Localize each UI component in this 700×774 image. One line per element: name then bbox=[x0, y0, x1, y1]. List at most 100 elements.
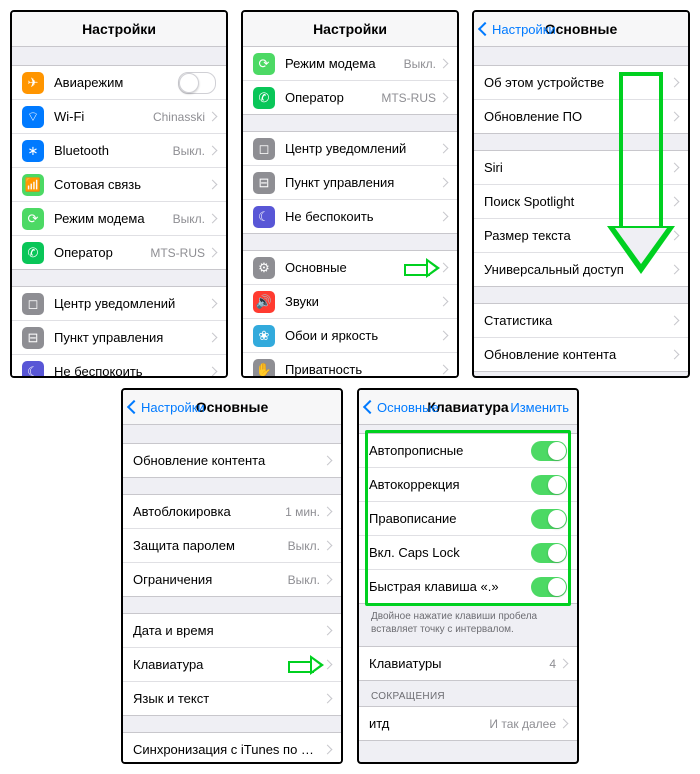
dnd-icon: ☾ bbox=[22, 361, 44, 379]
settings-row[interactable]: Размер текста bbox=[474, 219, 688, 253]
annotation-arrow-right bbox=[288, 658, 324, 672]
row-label: Синхронизация с iTunes по Wi-Fi bbox=[133, 742, 324, 757]
toggle-switch[interactable] bbox=[531, 509, 567, 529]
toggle-switch[interactable] bbox=[531, 475, 567, 495]
settings-row[interactable]: 🔊Звуки bbox=[243, 285, 457, 319]
stats-group: Статистика Обновление контента bbox=[474, 303, 688, 372]
settings-row[interactable]: Синхронизация с iTunes по Wi-Fi bbox=[123, 733, 341, 764]
settings-row[interactable]: Автоблокировка1 мин. bbox=[123, 495, 341, 529]
settings-row[interactable]: ☾Не беспокоить bbox=[12, 355, 226, 378]
settings-row[interactable]: Дата и время bbox=[123, 614, 341, 648]
settings-row[interactable]: ✋ Приватность bbox=[243, 353, 457, 378]
row-label: Пункт управления bbox=[54, 330, 209, 345]
chevron-right-icon bbox=[439, 144, 449, 154]
settings-row[interactable]: Siri bbox=[474, 151, 688, 185]
back-button[interactable]: Настройки bbox=[480, 12, 556, 46]
row-label: Язык и текст bbox=[133, 691, 324, 706]
row-label: Оператор bbox=[285, 90, 381, 105]
settings-row[interactable]: ∗BluetoothВыкл. bbox=[12, 134, 226, 168]
settings-row[interactable]: Обновление контента bbox=[123, 444, 341, 477]
chevron-left-icon bbox=[127, 400, 141, 414]
settings-row[interactable]: ⊟Пункт управления bbox=[243, 166, 457, 200]
toggle-switch[interactable] bbox=[531, 543, 567, 563]
settings-row[interactable]: Обновление контента bbox=[474, 338, 688, 371]
settings-row[interactable]: Статистика bbox=[474, 304, 688, 338]
page-title: Настройки bbox=[82, 21, 156, 37]
settings-row[interactable]: Об этом устройстве bbox=[474, 66, 688, 100]
wifi-icon: ⌔ bbox=[22, 106, 44, 128]
settings-row[interactable]: Вкл. Caps Lock bbox=[359, 536, 577, 570]
chevron-left-icon bbox=[363, 400, 377, 414]
row-label: Режим модема bbox=[54, 211, 173, 226]
row-label: Автопрописные bbox=[369, 443, 531, 458]
settings-row[interactable]: ☾Не беспокоить bbox=[243, 200, 457, 233]
settings-row[interactable]: ◻Центр уведомлений bbox=[243, 132, 457, 166]
row-label: Не беспокоить bbox=[285, 209, 440, 224]
row-label: Обновление ПО bbox=[484, 109, 671, 124]
datetime-group: Дата и времяКлавиатура Язык и текст bbox=[123, 613, 341, 716]
settings-row[interactable]: Язык и текст bbox=[123, 682, 341, 715]
settings-row[interactable]: ОграниченияВыкл. bbox=[123, 563, 341, 596]
edit-button[interactable]: Изменить bbox=[510, 390, 569, 424]
chevron-right-icon bbox=[323, 507, 333, 517]
keyboard-panel: Основные Клавиатура Изменить Автопрописн… bbox=[357, 388, 579, 764]
settings-row[interactable]: Правописание bbox=[359, 502, 577, 536]
settings-row[interactable]: 📶Сотовая связь bbox=[12, 168, 226, 202]
settings-row[interactable]: ❀Обои и яркость bbox=[243, 319, 457, 353]
back-button[interactable]: Основные bbox=[365, 390, 439, 424]
chevron-right-icon bbox=[323, 745, 333, 755]
chevron-right-icon bbox=[323, 626, 333, 636]
page-title: Настройки bbox=[313, 21, 387, 37]
chevron-right-icon bbox=[439, 59, 449, 69]
chevron-right-icon bbox=[208, 367, 218, 377]
toggle-switch[interactable] bbox=[178, 72, 216, 94]
settings-row[interactable]: ◻Центр уведомлений bbox=[12, 287, 226, 321]
control-center-icon: ⊟ bbox=[253, 172, 275, 194]
settings-row[interactable]: ⊟ Пункт управления bbox=[12, 321, 226, 355]
row-label: Универсальный доступ bbox=[484, 262, 671, 277]
settings-row[interactable]: Автокоррекция bbox=[359, 468, 577, 502]
about-group: Об этом устройстве Обновление ПО bbox=[474, 65, 688, 134]
chevron-right-icon bbox=[323, 694, 333, 704]
settings-row[interactable]: Защита паролемВыкл. bbox=[123, 529, 341, 563]
settings-row[interactable]: Клавиатуры4 bbox=[359, 647, 577, 680]
chevron-right-icon bbox=[670, 163, 680, 173]
chevron-right-icon bbox=[439, 178, 449, 188]
connectivity-group-tail: ⟳Режим модемаВыкл.✆ОператорMTS-RUS bbox=[243, 47, 457, 115]
settings-row[interactable]: ✆ОператорMTS-RUS bbox=[243, 81, 457, 114]
connectivity-group: ✈Авиарежим⌔Wi-FiChinasski∗BluetoothВыкл.… bbox=[12, 65, 226, 270]
back-label: Настройки bbox=[141, 400, 205, 415]
chevron-right-icon bbox=[208, 214, 218, 224]
row-label: Авиарежим bbox=[54, 75, 178, 90]
control-center-icon: ⊟ bbox=[22, 327, 44, 349]
settings-row[interactable]: ⚙Основные bbox=[243, 251, 457, 285]
settings-row[interactable]: ✆ОператорMTS-RUS bbox=[12, 236, 226, 269]
row-label: Защита паролем bbox=[133, 538, 288, 553]
chevron-right-icon bbox=[670, 78, 680, 88]
settings-row[interactable]: Быстрая клавиша «.» bbox=[359, 570, 577, 603]
settings-row[interactable]: ⟳Режим модемаВыкл. bbox=[12, 202, 226, 236]
settings-row[interactable]: Поиск Spotlight bbox=[474, 185, 688, 219]
privacy-icon: ✋ bbox=[253, 359, 275, 379]
bluetooth-icon: ∗ bbox=[22, 140, 44, 162]
settings-row[interactable]: Автопрописные bbox=[359, 434, 577, 468]
row-label: Обновление контента bbox=[484, 347, 671, 362]
settings-row[interactable]: итдИ так далее bbox=[359, 707, 577, 740]
settings-row[interactable]: Универсальный доступ bbox=[474, 253, 688, 286]
footer-hint: Двойное нажатие клавиши пробела вставляе… bbox=[359, 604, 577, 642]
settings-row[interactable]: Клавиатура bbox=[123, 648, 341, 682]
settings-row[interactable]: ⟳Режим модемаВыкл. bbox=[243, 47, 457, 81]
carrier-icon: ✆ bbox=[22, 242, 44, 264]
settings-row[interactable]: ⌔Wi-FiChinasski bbox=[12, 100, 226, 134]
content-update-group: Обновление контента bbox=[123, 443, 341, 478]
chevron-left-icon bbox=[478, 22, 492, 36]
back-button[interactable]: Настройки bbox=[129, 390, 205, 424]
settings-row[interactable]: ✈Авиарежим bbox=[12, 66, 226, 100]
toggle-switch[interactable] bbox=[531, 577, 567, 597]
row-label: Приватность bbox=[285, 362, 440, 377]
toggle-switch[interactable] bbox=[531, 441, 567, 461]
chevron-right-icon bbox=[208, 180, 218, 190]
back-label: Основные bbox=[377, 400, 439, 415]
row-value: 4 bbox=[549, 657, 556, 671]
settings-row[interactable]: Обновление ПО bbox=[474, 100, 688, 133]
